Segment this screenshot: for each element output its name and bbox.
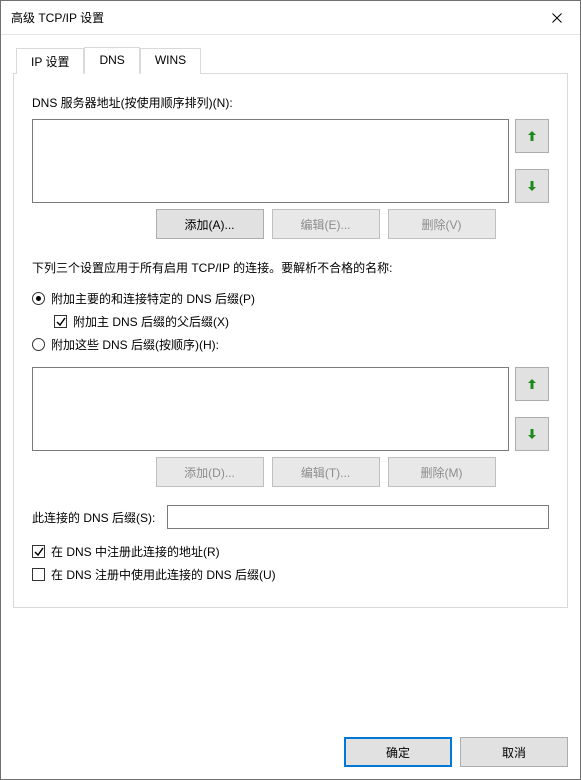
- conn-suffix-input[interactable]: [167, 505, 549, 529]
- window-title: 高级 TCP/IP 设置: [11, 9, 104, 26]
- check-use-suffix[interactable]: [32, 568, 45, 581]
- checkmark-icon: [34, 547, 44, 557]
- dns-suffix-move-down-button[interactable]: [515, 417, 549, 451]
- arrow-down-icon: [527, 180, 537, 192]
- check-register-row[interactable]: 在 DNS 中注册此连接的地址(R): [32, 543, 549, 560]
- dns-suffix-move-up-button[interactable]: [515, 367, 549, 401]
- dns-servers-listbox[interactable]: [32, 119, 509, 203]
- close-icon: [552, 13, 562, 23]
- tab-dns[interactable]: DNS: [84, 47, 139, 74]
- radio-append-these[interactable]: [32, 338, 45, 351]
- advanced-tcpip-dialog: 高级 TCP/IP 设置 IP 设置 DNS WINS DNS 服务器地址(按使…: [0, 0, 581, 780]
- check-use-suffix-row[interactable]: 在 DNS 注册中使用此连接的 DNS 后缀(U): [32, 566, 549, 583]
- ok-button[interactable]: 确定: [344, 737, 452, 767]
- dns-servers-move-up-button[interactable]: [515, 119, 549, 153]
- dns-suffix-description: 下列三个设置应用于所有启用 TCP/IP 的连接。要解析不合格的名称:: [32, 259, 549, 276]
- radio-append-these-row[interactable]: 附加这些 DNS 后缀(按顺序)(H):: [32, 336, 549, 353]
- dns-servers-add-button[interactable]: 添加(A)...: [156, 209, 264, 239]
- dns-servers-remove-button[interactable]: 删除(V): [388, 209, 496, 239]
- radio-append-primary-row[interactable]: 附加主要的和连接特定的 DNS 后缀(P): [32, 290, 549, 307]
- check-use-suffix-label: 在 DNS 注册中使用此连接的 DNS 后缀(U): [51, 566, 276, 583]
- tabs: IP 设置 DNS WINS DNS 服务器地址(按使用顺序排列)(N):: [13, 47, 568, 608]
- tab-ip-settings[interactable]: IP 设置: [16, 48, 84, 74]
- check-register[interactable]: [32, 545, 45, 558]
- cancel-button[interactable]: 取消: [460, 737, 568, 767]
- tab-panel-dns: DNS 服务器地址(按使用顺序排列)(N):: [13, 73, 568, 608]
- checkmark-icon: [56, 317, 66, 327]
- dns-servers-move-down-button[interactable]: [515, 169, 549, 203]
- titlebar: 高级 TCP/IP 设置: [1, 1, 580, 35]
- check-append-parent-label: 附加主 DNS 后缀的父后缀(X): [73, 313, 229, 330]
- dns-suffix-remove-button[interactable]: 删除(M): [388, 457, 496, 487]
- dns-suffix-add-button[interactable]: 添加(D)...: [156, 457, 264, 487]
- dns-servers-label: DNS 服务器地址(按使用顺序排列)(N):: [32, 94, 549, 111]
- arrow-up-icon: [527, 130, 537, 142]
- arrow-up-icon: [527, 378, 537, 390]
- dns-servers-edit-button[interactable]: 编辑(E)...: [272, 209, 380, 239]
- check-register-label: 在 DNS 中注册此连接的地址(R): [51, 543, 220, 560]
- check-append-parent-row[interactable]: 附加主 DNS 后缀的父后缀(X): [54, 313, 549, 330]
- radio-append-primary[interactable]: [32, 292, 45, 305]
- arrow-down-icon: [527, 428, 537, 440]
- radio-append-these-label: 附加这些 DNS 后缀(按顺序)(H):: [51, 336, 219, 353]
- conn-suffix-label: 此连接的 DNS 后缀(S):: [32, 509, 155, 526]
- dialog-body: IP 设置 DNS WINS DNS 服务器地址(按使用顺序排列)(N):: [1, 35, 580, 727]
- dns-suffix-edit-button[interactable]: 编辑(T)...: [272, 457, 380, 487]
- check-append-parent[interactable]: [54, 315, 67, 328]
- radio-append-primary-label: 附加主要的和连接特定的 DNS 后缀(P): [51, 290, 255, 307]
- close-button[interactable]: [534, 1, 580, 34]
- dns-suffix-listbox[interactable]: [32, 367, 509, 451]
- dialog-footer: 确定 取消: [1, 727, 580, 779]
- tab-wins[interactable]: WINS: [140, 48, 201, 74]
